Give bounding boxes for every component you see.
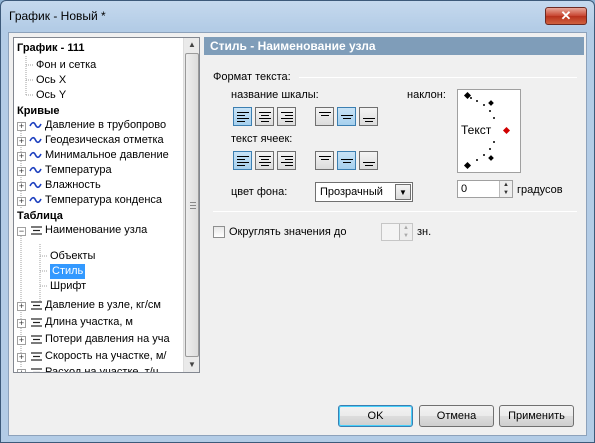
preview-text: Текст xyxy=(461,123,492,137)
ok-button[interactable]: OK xyxy=(338,405,413,427)
settings-tree: График - 111 Фон и сетка Ось X Ось Y Кри… xyxy=(13,37,200,373)
scroll-down-icon[interactable]: ▼ xyxy=(185,358,199,372)
tree-item-node-name[interactable]: Наименование узла xyxy=(45,223,147,238)
curve-label: Влажность xyxy=(45,179,101,191)
tree-item-font[interactable]: Шрифт xyxy=(50,279,86,294)
expand-icon[interactable]: + xyxy=(17,167,26,176)
scale-name-label: название шкалы: xyxy=(231,89,319,101)
table-item-label: Длина участка, м xyxy=(45,316,133,328)
expand-icon[interactable]: + xyxy=(17,137,26,146)
scroll-thumb[interactable] xyxy=(185,53,199,357)
tilt-label: наклон: xyxy=(407,89,446,101)
spin-up-icon[interactable]: ▲ xyxy=(400,224,412,232)
tree-curves-group[interactable]: Кривые xyxy=(17,104,59,119)
curve-label: Геодезическая отметка xyxy=(45,134,164,146)
curve-label: Минимальное давление xyxy=(45,149,169,161)
cell-valign-top-button[interactable] xyxy=(315,151,334,170)
table-column-icon xyxy=(31,226,42,235)
tree-item-style[interactable]: Стиль xyxy=(50,264,86,279)
dialog-window: График - Новый * ✕ График - 111 Фон и се… xyxy=(0,0,595,443)
expand-icon[interactable]: + xyxy=(17,336,26,345)
degrees-label: градусов xyxy=(517,184,563,196)
spin-down-icon[interactable]: ▼ xyxy=(500,189,512,197)
expand-icon[interactable]: + xyxy=(17,319,26,328)
dialog-client: График - 111 Фон и сетка Ось X Ось Y Кри… xyxy=(8,32,587,436)
round-digits-spinner[interactable]: ▲ ▼ xyxy=(381,223,413,241)
window-title: График - Новый * xyxy=(9,9,106,23)
scale-valign-bottom-button[interactable] xyxy=(359,107,378,126)
cell-align-right-button[interactable] xyxy=(277,151,296,170)
expand-icon[interactable]: + xyxy=(17,182,26,191)
table-column-icon xyxy=(31,301,42,310)
scale-align-right-button[interactable] xyxy=(277,107,296,126)
cancel-button[interactable]: Отмена xyxy=(419,405,494,427)
tree-item-objects[interactable]: Объекты xyxy=(50,249,95,264)
panel-header: Стиль - Наименование узла xyxy=(204,37,584,55)
expand-icon[interactable]: + xyxy=(17,369,26,372)
round-values-checkbox[interactable] xyxy=(213,226,225,238)
scale-valign-top-button[interactable] xyxy=(315,107,334,126)
tree-item-background-grid[interactable]: Фон и сетка xyxy=(36,58,96,73)
tree-item-axis-y[interactable]: Ось Y xyxy=(36,88,66,103)
cell-valign-bottom-button[interactable] xyxy=(359,151,378,170)
close-button[interactable]: ✕ xyxy=(545,7,587,25)
expand-icon[interactable]: + xyxy=(17,302,26,311)
spin-down-icon[interactable]: ▼ xyxy=(400,232,412,240)
text-format-label: Формат текста: xyxy=(213,71,291,83)
curve-icon xyxy=(29,151,42,159)
expand-icon[interactable]: + xyxy=(17,122,26,131)
scale-align-center-button[interactable] xyxy=(255,107,274,126)
apply-button[interactable]: Применить xyxy=(499,405,574,427)
scale-valign-middle-button[interactable] xyxy=(337,107,356,126)
cell-align-left-button[interactable] xyxy=(233,151,252,170)
table-item-label: Скорость на участке, м/ xyxy=(45,350,167,362)
curve-icon xyxy=(29,166,42,174)
curve-icon xyxy=(29,121,42,129)
scale-align-left-button[interactable] xyxy=(233,107,252,126)
table-column-icon xyxy=(31,335,42,344)
expand-icon[interactable]: + xyxy=(17,353,26,362)
cell-valign-middle-button[interactable] xyxy=(337,151,356,170)
table-column-icon xyxy=(31,368,42,372)
title-bar: График - Новый * ✕ xyxy=(1,1,594,31)
table-item-label: Давление в узле, кг/см xyxy=(45,299,161,311)
curve-label: Температура конденса xyxy=(45,194,163,206)
expand-icon[interactable]: + xyxy=(17,152,26,161)
separator xyxy=(299,77,577,78)
tree-scrollbar[interactable]: ▲ ▼ xyxy=(183,38,199,372)
curve-label: Температура xyxy=(45,164,112,176)
expand-icon[interactable]: + xyxy=(17,197,26,206)
round-unit-label: зн. xyxy=(417,226,432,238)
cell-align-center-button[interactable] xyxy=(255,151,274,170)
tree-table-group[interactable]: Таблица xyxy=(17,209,63,224)
angle-spin-buttons[interactable]: ▲ ▼ xyxy=(499,181,512,197)
bg-color-value: Прозрачный xyxy=(320,186,383,198)
round-values-label: Округлять значения до xyxy=(229,226,347,238)
button-bar: OK Отмена Применить xyxy=(9,395,586,435)
cell-text-label: текст ячеек: xyxy=(231,133,293,145)
collapse-icon[interactable]: − xyxy=(17,227,26,236)
table-item-label: Потери давления на уча xyxy=(45,333,170,345)
angle-spinner[interactable]: 0 ▲ ▼ xyxy=(457,180,513,198)
curve-icon xyxy=(29,181,42,189)
table-column-icon xyxy=(31,318,42,327)
separator xyxy=(213,211,577,212)
angle-value: 0 xyxy=(461,183,468,195)
dropdown-arrow-icon[interactable]: ▼ xyxy=(395,184,411,200)
tree-item-axis-x[interactable]: Ось X xyxy=(36,73,66,88)
curve-icon xyxy=(29,196,42,204)
table-column-icon xyxy=(31,352,42,361)
bg-color-label: цвет фона: xyxy=(231,186,288,198)
bg-color-select[interactable]: Прозрачный ▼ xyxy=(315,182,413,202)
table-item-label: Расход на участке, т/ч xyxy=(45,366,159,373)
tilt-preview[interactable]: Текст xyxy=(457,89,521,173)
curve-label: Давление в трубопрово xyxy=(45,119,167,131)
curve-icon xyxy=(29,136,42,144)
spin-up-icon[interactable]: ▲ xyxy=(500,181,512,189)
scroll-up-icon[interactable]: ▲ xyxy=(185,38,199,52)
